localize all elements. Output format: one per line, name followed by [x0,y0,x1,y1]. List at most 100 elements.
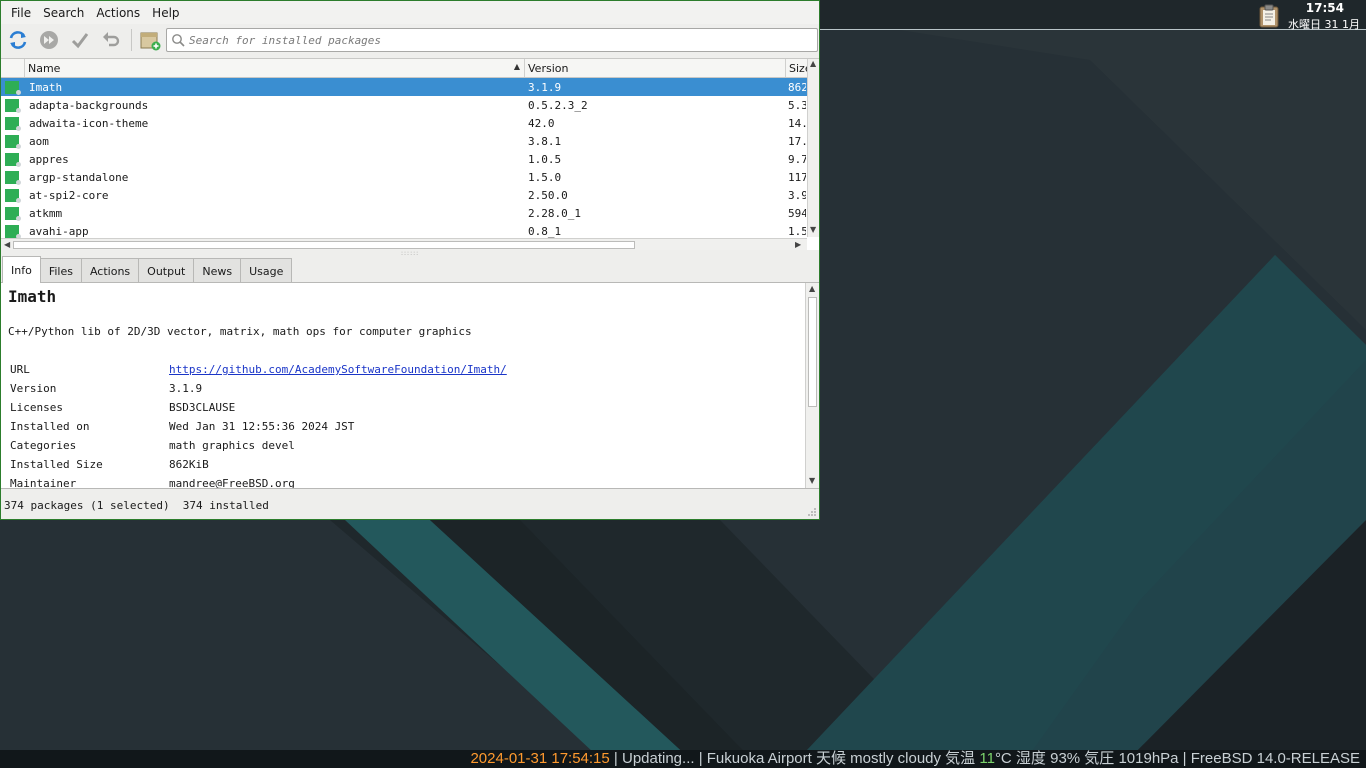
search-icon [167,33,189,47]
header-icon-column[interactable] [1,59,25,77]
package-size: 14.5MiB [788,116,806,130]
package-url-link[interactable]: https://github.com/AcademySoftwareFounda… [169,363,507,376]
menubar: File Search Actions Help [1,1,819,24]
info-field-value: 862KiB [169,458,209,471]
tab-files[interactable]: Files [39,258,82,283]
scroll-left-icon[interactable]: ◀ [4,240,10,249]
package-status-icon [1,116,25,131]
package-status-icon [1,224,25,239]
package-name: atkmm [29,206,63,220]
info-scroll-down-icon[interactable]: ▼ [809,476,815,485]
system-status-bar: 2024-01-31 17:54:15 | Updating... | Fuku… [0,750,1366,768]
header-name[interactable]: Name ▲ [25,59,525,77]
info-field-value: BSD3CLAUSE [169,401,236,414]
package-status-text: 374 packages (1 selected) 374 installed [4,499,269,512]
apply-button[interactable] [67,27,93,53]
status-datetime: 2024-01-31 17:54:15 [470,750,610,767]
refresh-button[interactable] [5,27,31,53]
scroll-up-icon[interactable]: ▲ [810,59,816,68]
detail-tabs: Info Files Actions Output News Usage [1,256,293,283]
tab-label: Output [147,264,186,278]
clock-date: 水曜日 31 1月 [1288,18,1360,30]
package-version: 2.28.0_1 [528,206,581,220]
header-size-label: Size [789,61,807,75]
scroll-down-icon[interactable]: ▼ [810,225,816,234]
package-list-vertical-scrollbar[interactable]: ▲ ▼ [807,59,819,237]
package-list-horizontal-scrollbar[interactable]: ◀ ▶ [1,238,807,250]
package-name: argp-standalone [29,170,129,184]
info-scroll-thumb[interactable] [808,297,817,407]
package-name: avahi-app [29,224,89,238]
info-field-row: URL https://github.com/AcademySoftwareFou… [10,363,507,377]
menu-search[interactable]: Search [37,6,90,20]
info-field-value: mandree@FreeBSD.org [169,477,295,489]
tab-info[interactable]: Info [2,256,41,283]
package-version: 42.0 [528,116,555,130]
info-field-key: Version [10,382,57,395]
horizontal-scroll-thumb[interactable] [13,241,635,249]
info-field-row: Installed Size 862KiB [10,458,209,472]
package-row[interactable]: appres 1.0.5 9.7KiB [1,150,819,168]
refresh-icon [9,31,27,49]
status-system-info: °C 湿度 93% 気圧 1019hPa | FreeBSD 14.0-RELE… [994,750,1360,767]
package-version: 3.8.1 [528,134,562,148]
tab-usage[interactable]: Usage [240,258,293,283]
info-scroll-up-icon[interactable]: ▲ [809,284,815,293]
package-size: 3.9MiB [788,188,806,202]
window-resize-grip[interactable] [807,507,817,517]
clipboard-icon[interactable] [1258,4,1280,28]
package-row[interactable]: adapta-backgrounds 0.5.2.3_2 5.3MiB [1,96,819,114]
info-field-value: 3.1.9 [169,382,203,395]
info-vertical-scrollbar[interactable]: ▲ ▼ [805,283,819,488]
menu-search-label: Search [43,5,85,20]
add-package-button[interactable] [137,27,163,53]
package-status-icon [1,188,25,203]
tab-label: News [202,264,233,278]
package-name: Imath [29,80,63,94]
package-manager-window: File Search Actions Help Search for inst… [0,0,820,520]
package-row[interactable]: Imath 3.1.9 862KiB [1,78,819,96]
scroll-right-icon[interactable]: ▶ [795,240,801,249]
header-version[interactable]: Version [525,59,786,77]
undo-icon [103,32,120,47]
pane-resize-handle[interactable]: :::::: [401,250,421,257]
header-size[interactable]: Size [786,59,807,77]
info-field-row: Installed on Wed Jan 31 12:55:36 2024 JST [10,420,354,434]
menu-actions[interactable]: Actions [90,6,146,20]
menu-actions-label: Actions [96,5,141,20]
package-status-icon [1,98,25,113]
tab-label: Info [11,263,32,277]
menu-file[interactable]: File [5,6,37,20]
package-name: appres [29,152,69,166]
header-name-label: Name [28,61,61,75]
menu-help-label: Help [152,5,180,20]
menu-help[interactable]: Help [146,6,185,20]
undo-button[interactable] [98,27,124,53]
package-size: 1.5MiB [788,224,806,238]
package-row[interactable]: adwaita-icon-theme 42.0 14.5MiB [1,114,819,132]
package-row[interactable]: aom 3.8.1 17.0MiB [1,132,819,150]
info-field-key: Licenses [10,401,63,414]
package-size: 594KiB [788,206,806,220]
package-version: 0.8_1 [528,224,562,238]
search-input[interactable] [189,33,817,47]
tab-actions[interactable]: Actions [80,258,140,283]
search-box[interactable] [166,28,818,52]
package-list: Name ▲ Version Size Imath 3.1.9 862KiB adap… [1,58,819,250]
package-row[interactable]: at-spi2-core 2.50.0 3.9MiB [1,186,819,204]
clock-time: 17:54 [1305,1,1344,15]
package-size: 5.3MiB [788,98,806,112]
package-size: 117KiB [788,170,806,184]
info-field-row: Version 3.1.9 [10,382,202,396]
fast-forward-button[interactable] [36,27,62,53]
package-row[interactable]: argp-standalone 1.5.0 117KiB [1,168,819,186]
package-row[interactable]: atkmm 2.28.0_1 594KiB [1,204,819,222]
package-name: adwaita-icon-theme [29,116,149,130]
package-size: 17.0MiB [788,134,806,148]
tab-news[interactable]: News [193,258,242,283]
info-field-value: Wed Jan 31 12:55:36 2024 JST [169,420,355,433]
tab-output[interactable]: Output [138,258,195,283]
info-field-key: Categories [10,439,77,452]
package-size: 9.7KiB [788,152,806,166]
package-version: 1.0.5 [528,152,562,166]
